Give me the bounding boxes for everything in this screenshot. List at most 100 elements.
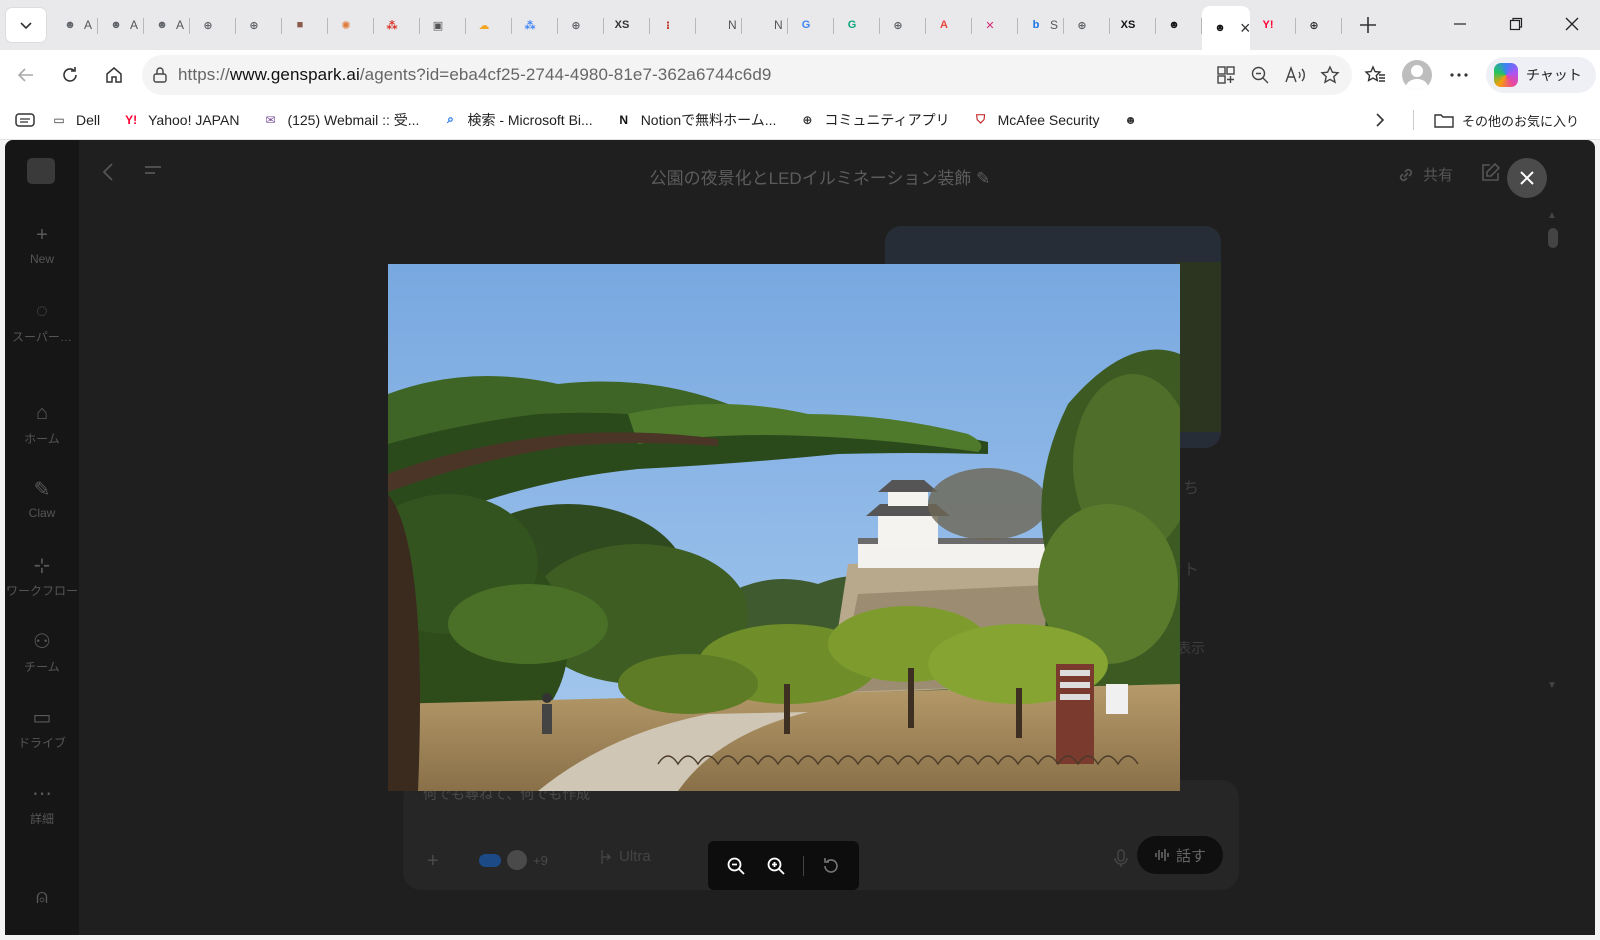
expanded-image[interactable] <box>388 264 1180 791</box>
browser-tab[interactable]: ⁝ <box>650 6 696 44</box>
add-attachment-button[interactable]: + <box>427 850 439 873</box>
browser-tab[interactable]: ✺ <box>328 6 374 44</box>
browser-toolbar: チャット <box>1364 50 1596 100</box>
sidebar-item[interactable]: ◌ スーパー… <box>5 300 79 345</box>
browser-tab[interactable]: ⁂ <box>512 6 558 44</box>
browser-tab[interactable]: N <box>742 6 788 44</box>
sidebar-item[interactable]: + New <box>5 224 79 267</box>
app-tile-icon: ■ <box>296 19 304 31</box>
app-available-icon[interactable] <box>1216 65 1236 85</box>
new-tab-button[interactable] <box>1350 8 1386 42</box>
browser-tab[interactable]: ▣ <box>420 6 466 44</box>
browser-tab[interactable]: XS <box>604 6 650 44</box>
browser-tab[interactable]: ⊕ <box>1064 6 1110 44</box>
browser-tab[interactable]: ⊕ <box>558 6 604 44</box>
browser-tab[interactable]: ■ <box>282 6 328 44</box>
new-chat-button[interactable] <box>1479 162 1501 189</box>
favorites-icon[interactable] <box>1364 65 1386 85</box>
connectors[interactable]: +9 <box>479 850 548 870</box>
share-button[interactable]: 共有 <box>1397 164 1453 185</box>
home-button[interactable] <box>92 55 136 95</box>
user-icon: ⍝ <box>36 885 48 908</box>
browser-tab[interactable]: ⊕ <box>236 6 282 44</box>
dots-icon: ⁝ <box>665 19 671 32</box>
page-title[interactable]: 公園の夜景化とLEDイルミネーション装飾 ✎ <box>5 164 1595 189</box>
favorite-label: (125) Webmail :: 受... <box>287 111 420 128</box>
pencil-icon[interactable]: ✎ <box>976 169 990 188</box>
favorite-link[interactable]: ▭ Dell <box>50 111 100 129</box>
favorite-link[interactable]: N Notionで無料ホーム... <box>615 110 776 130</box>
lock-icon[interactable] <box>142 66 178 84</box>
talk-button[interactable]: 話す <box>1137 836 1223 874</box>
read-aloud-icon[interactable] <box>1284 65 1306 85</box>
minimize-button[interactable] <box>1432 0 1488 48</box>
scroll-up-arrow[interactable]: ▲ <box>1547 210 1557 221</box>
model-selector[interactable]: Ultra <box>599 848 651 865</box>
browser-tab[interactable]: ⊕ <box>880 6 926 44</box>
url-text[interactable]: https://www.genspark.ai/agents?id=eba4cf… <box>178 65 771 85</box>
sidebar-item-label: New <box>29 252 54 266</box>
tab-list: ☻A☻A☻A⊕⊕■✺⁂▣☁⁂⊕XS⁝NNGG⊕A✕bS⊕XS☻☻K×Y!⊕ <box>52 0 1342 50</box>
sidebar-item[interactable]: ⚇ チーム <box>5 630 79 675</box>
address-bar[interactable]: https://www.genspark.ai/agents?id=eba4cf… <box>142 55 1352 95</box>
sidebar-item[interactable]: ⋯ 詳細 <box>5 782 79 827</box>
reset-zoom-button[interactable] <box>818 853 844 879</box>
sidebar-item[interactable]: ✎ Claw <box>5 478 79 521</box>
profile-avatar[interactable] <box>1402 60 1432 90</box>
browser-tab[interactable]: XS <box>1110 6 1156 44</box>
favorites-overflow-button[interactable] <box>1374 100 1386 140</box>
browser-tab[interactable]: N <box>696 6 742 44</box>
browser-tab[interactable]: ⊕ <box>190 6 236 44</box>
favorite-link[interactable]: ✉ (125) Webmail :: 受... <box>261 110 419 130</box>
browser-tab[interactable]: G <box>834 6 880 44</box>
copilot-chat-button[interactable]: チャット <box>1486 57 1596 93</box>
scrollbar-thumb[interactable] <box>1548 228 1558 248</box>
browser-tab[interactable]: ☁ <box>466 6 512 44</box>
tab-actions-button[interactable] <box>6 8 46 42</box>
favorite-label: 検索 - Microsoft Bi... <box>467 111 593 128</box>
reload-button[interactable] <box>48 55 92 95</box>
favorite-link[interactable]: ⊕ コミュニティアプリ <box>798 110 949 130</box>
close-tab-icon[interactable]: × <box>1240 18 1251 39</box>
sidebar-item[interactable]: ⊹ ワークフロー <box>5 554 79 599</box>
scroll-down-arrow[interactable]: ▼ <box>1547 680 1557 691</box>
mail-icon: ✉ <box>265 112 276 127</box>
browser-tab[interactable]: ☻ A <box>98 6 144 44</box>
browser-tab[interactable]: G <box>788 6 834 44</box>
sidebar-item[interactable]: ▭ ドライブ <box>5 706 79 751</box>
zoom-out-icon <box>727 857 745 875</box>
browser-tab[interactable]: bS <box>1018 6 1064 44</box>
browser-tab[interactable]: ⁂ <box>374 6 420 44</box>
favorite-link[interactable]: ⛉ McAfee Security <box>972 111 1099 129</box>
user-account-button[interactable]: ⍝ <box>5 886 79 908</box>
tab-title: A <box>176 18 185 32</box>
back-button[interactable] <box>4 55 48 95</box>
close-viewer-button[interactable] <box>1507 158 1547 198</box>
restore-button[interactable] <box>1488 0 1544 48</box>
other-favorites[interactable]: その他のお気に入り <box>1434 100 1579 140</box>
favorite-link[interactable]: Y! Yahoo! JAPAN <box>122 111 239 129</box>
zoom-in-button[interactable] <box>763 853 789 879</box>
browser-tab[interactable]: ✕ <box>972 6 1018 44</box>
collections-button[interactable] <box>0 112 50 128</box>
xs-icon: XS <box>614 19 630 31</box>
favorite-star-icon[interactable] <box>1320 65 1340 85</box>
active-browser-tab[interactable]: ☻K× <box>1202 6 1251 50</box>
browser-tab[interactable]: Y! <box>1250 6 1296 44</box>
favorite-link[interactable]: ☻ <box>1122 111 1148 129</box>
zoom-out-page-icon[interactable] <box>1250 65 1270 85</box>
sidebar-item[interactable]: ⌂ ホーム <box>5 402 79 447</box>
microphone-button[interactable] <box>1113 848 1129 873</box>
browser-tab[interactable]: A <box>926 6 972 44</box>
square-app-icon: ▣ <box>432 19 444 32</box>
zoom-out-button[interactable] <box>723 853 749 879</box>
browser-tab[interactable]: ☻ <box>1156 6 1202 44</box>
close-window-button[interactable] <box>1544 0 1600 48</box>
favorite-link[interactable]: ⌕ 検索 - Microsoft Bi... <box>441 110 593 130</box>
chat-label: チャット <box>1526 67 1582 83</box>
more-options-icon[interactable] <box>1448 65 1470 85</box>
browser-tab[interactable]: ☻ A <box>52 6 98 44</box>
browser-tab[interactable]: ☻ A <box>144 6 190 44</box>
browser-tab[interactable]: ⊕ <box>1296 6 1342 44</box>
team-icon: ⚇ <box>33 630 51 653</box>
